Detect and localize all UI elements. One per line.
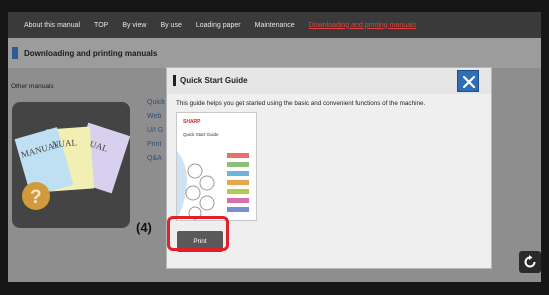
refresh-icon [524, 255, 536, 268]
print-button-highlight [167, 216, 229, 251]
manuals-illustration: MANUAL NUAL UAL ? [14, 122, 130, 210]
screen-header: Downloading and printing manuals [8, 38, 541, 68]
dialog-header: Quick Start Guide [167, 68, 491, 94]
close-icon [462, 75, 476, 89]
nav-item-loading-paper[interactable]: Loading paper [196, 22, 241, 29]
nav-item-by-use[interactable]: By use [160, 22, 181, 29]
nav-item-maintenance[interactable]: Maintenance [255, 22, 295, 29]
other-manuals-label: Other manuals [11, 83, 54, 90]
header-marker [12, 47, 18, 59]
dialog-title-marker [173, 75, 176, 86]
quick-start-guide-cover: SHARP Quick Start Guide [177, 113, 256, 220]
cover-title: Quick Start Guide [183, 132, 219, 137]
thumb-word-2: NUAL [52, 137, 78, 149]
nav-item-by-view[interactable]: By view [122, 22, 146, 29]
dialog-description: This guide helps you get started using t… [176, 100, 426, 107]
link-print[interactable]: Print [147, 138, 165, 152]
background-links: Quick Web U/I G Print Q&A [147, 96, 165, 166]
link-quick[interactable]: Quick [147, 96, 165, 110]
step-label: (4) [136, 220, 152, 235]
link-web[interactable]: Web [147, 110, 165, 124]
link-ui-guide[interactable]: U/I G [147, 124, 165, 138]
refresh-button[interactable] [519, 251, 541, 273]
top-navigation: About this manual TOP By view By use Loa… [8, 12, 541, 38]
svg-text:?: ? [30, 187, 42, 208]
nav-item-top[interactable]: TOP [94, 22, 108, 29]
sharp-logo: SHARP [183, 119, 201, 125]
nav-item-downloading[interactable]: Downloading and printing manuals [309, 22, 416, 29]
manual-thumbnail[interactable]: MANUAL NUAL UAL ? [12, 102, 130, 228]
close-button[interactable] [457, 70, 479, 92]
nav-item-about[interactable]: About this manual [24, 22, 80, 29]
guide-cover-art [177, 151, 249, 220]
link-qa[interactable]: Q&A [147, 152, 165, 166]
dialog-title: Quick Start Guide [180, 76, 248, 85]
page-title: Downloading and printing manuals [24, 48, 158, 58]
